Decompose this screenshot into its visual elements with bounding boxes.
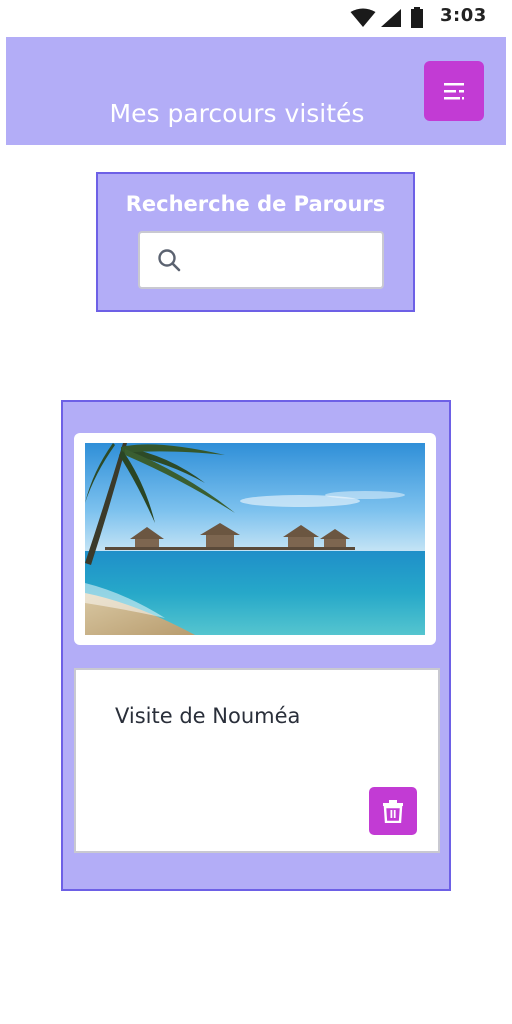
trash-icon [383, 800, 403, 823]
beach-photo [85, 443, 425, 635]
status-bar: 3:03 [0, 0, 512, 34]
filter-menu-icon [444, 83, 464, 100]
status-time: 3:03 [440, 5, 487, 26]
delete-button[interactable] [369, 787, 417, 835]
card-body[interactable]: Visite de Nouméa [74, 668, 440, 853]
wifi-icon [350, 8, 376, 27]
card-image[interactable] [85, 443, 425, 635]
card-image-frame [74, 433, 436, 645]
visited-route-card: Visite de Nouméa [61, 400, 451, 891]
signal-icon [381, 9, 401, 27]
search-input[interactable] [192, 233, 374, 287]
battery-icon [411, 7, 423, 28]
search-panel: Recherche de Parours [96, 172, 415, 312]
app-header: Mes parcours visités [6, 37, 506, 145]
search-title: Recherche de Parours [125, 192, 386, 216]
page-title: Mes parcours visités [109, 99, 365, 128]
search-icon [158, 249, 181, 272]
filter-menu-button[interactable] [424, 61, 484, 121]
search-box[interactable] [138, 231, 384, 289]
card-title: Visite de Nouméa [115, 704, 301, 728]
